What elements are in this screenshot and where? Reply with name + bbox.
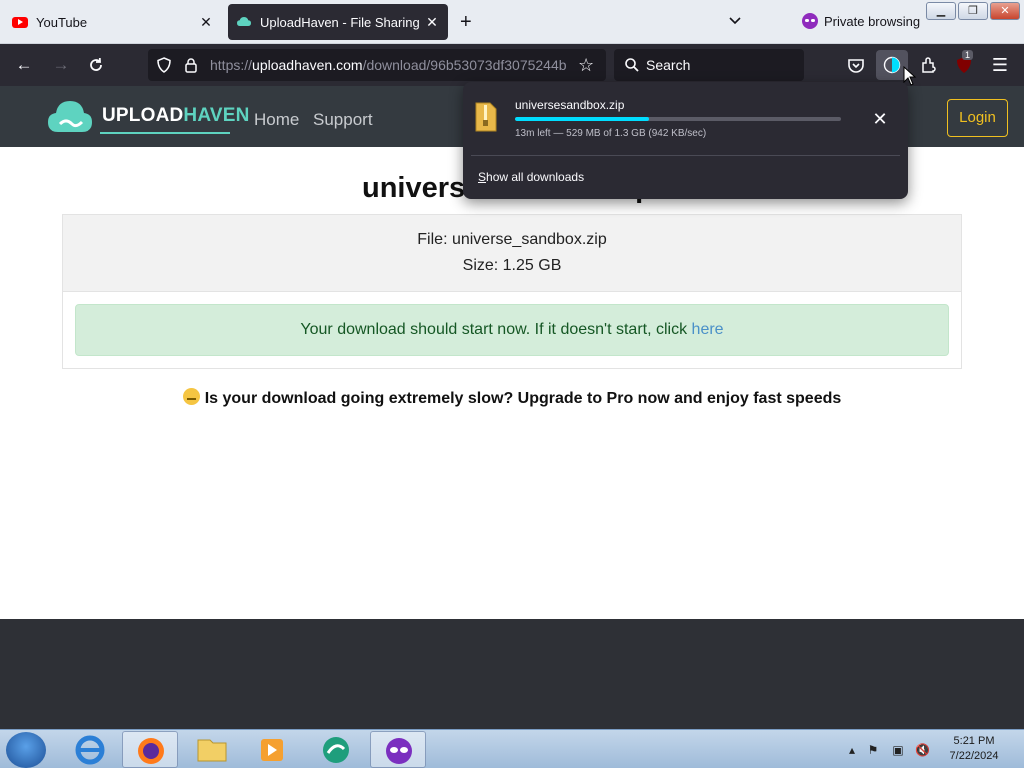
firefox-icon — [138, 738, 164, 764]
file-name-text: File: universe_sandbox.zip — [417, 231, 607, 248]
search-icon — [625, 58, 639, 72]
taskbar-media-player[interactable] — [244, 731, 300, 768]
forward-arrow-icon[interactable]: → — [51, 55, 71, 75]
file-info-card: File: universe_sandbox.zip Size: 1.25 GB… — [62, 214, 962, 369]
extensions-puzzle-icon[interactable] — [919, 55, 939, 75]
download-started-alert: Your download should start now. If it do… — [75, 304, 949, 356]
download-status-text: 13m left — 529 MB of 1.3 GB (942 KB/sec) — [515, 128, 707, 139]
show-all-mnemonic: S — [478, 170, 487, 184]
private-browsing-indicator: Private browsing — [802, 13, 920, 29]
windows-taskbar: ▴ ⚑ ▣ 🔇 5:21 PM 7/22/2024 — [0, 729, 1024, 768]
show-all-rest: how all downloads — [486, 170, 585, 184]
taskbar-app-teal[interactable] — [308, 731, 364, 768]
worried-face-emoji-icon — [182, 388, 200, 405]
search-placeholder: Search — [646, 57, 691, 73]
start-button-windows-icon[interactable] — [6, 732, 46, 768]
taskbar-file-explorer[interactable] — [184, 731, 240, 768]
private-browsing-label: Private browsing — [824, 13, 921, 29]
zip-file-icon — [475, 102, 497, 132]
download-progress-bar — [515, 117, 841, 121]
clock-date: 7/22/2024 — [949, 750, 999, 762]
close-window-button[interactable]: ✕ — [990, 2, 1020, 20]
site-logo[interactable]: UPLOADHAVEN — [46, 96, 250, 136]
download-progress-icon — [883, 56, 901, 74]
cancel-download-close-icon[interactable]: ✕ — [871, 110, 889, 128]
tab-youtube[interactable]: YouTube ✕ — [4, 4, 222, 40]
upgrade-notice: Is your download going extremely slow? U… — [0, 388, 1024, 408]
menu-hamburger-icon[interactable]: ☰ — [990, 55, 1010, 75]
alert-text: Your download should start now. If it do… — [300, 321, 692, 338]
url-text[interactable]: https://uploadhaven.com/download/96b5307… — [210, 57, 570, 73]
url-domain: uploadhaven.com — [252, 57, 363, 73]
logo-underline — [100, 132, 230, 134]
tab-uploadhaven[interactable]: UploadHaven - File Sharing Made Simple ✕ — [228, 4, 448, 40]
taskbar-firefox[interactable] — [122, 731, 178, 768]
volume-muted-icon[interactable]: 🔇 — [915, 743, 930, 757]
private-browsing-mask-icon — [802, 13, 818, 29]
file-info-header: File: universe_sandbox.zip Size: 1.25 GB — [63, 215, 961, 292]
clock-time: 5:21 PM — [953, 735, 995, 747]
download-progress-fill — [515, 117, 649, 121]
logo-text-upload: UPLOAD — [102, 105, 184, 126]
media-player-icon — [261, 739, 283, 761]
close-tab-icon[interactable]: ✕ — [198, 14, 214, 31]
maximize-window-button[interactable]: ❐ — [958, 2, 988, 20]
bookmark-star-icon[interactable]: ☆ — [578, 55, 594, 76]
extension-badge-count: 1 — [962, 50, 974, 60]
url-path: /download/96b53073df3075244b — [362, 57, 567, 73]
internet-explorer-icon — [75, 735, 105, 765]
youtube-icon — [12, 16, 28, 28]
show-all-downloads-button[interactable]: Show all downloads — [478, 170, 584, 184]
lock-icon[interactable] — [184, 57, 198, 73]
panel-separator — [471, 155, 900, 156]
address-bar[interactable]: https://uploadhaven.com/download/96b5307… — [148, 49, 606, 81]
downloads-panel: universesandbox.zip 13m left — 529 MB of… — [463, 82, 908, 199]
nav-support-link[interactable]: Support — [313, 110, 373, 130]
browser-toolbar: ← → https://uploadhaven.com/download/96b… — [0, 44, 1024, 86]
search-bar[interactable]: Search — [614, 49, 804, 81]
teal-app-icon — [323, 737, 349, 763]
uploadhaven-favicon-icon — [237, 17, 251, 26]
url-scheme: https:// — [210, 57, 253, 73]
list-all-tabs-chevron-down-icon[interactable] — [727, 12, 743, 28]
action-center-flag-icon[interactable]: ⚑ — [866, 743, 880, 757]
download-file-name[interactable]: universesandbox.zip — [515, 98, 624, 112]
file-size-text: Size: 1.25 GB — [462, 257, 562, 274]
reload-icon[interactable] — [86, 55, 106, 75]
tab-title: YouTube — [36, 14, 88, 30]
login-button[interactable]: Login — [947, 99, 1008, 137]
minimize-window-button[interactable]: ▁ — [926, 2, 956, 20]
uploadhaven-cloud-logo-icon — [48, 101, 92, 132]
tracking-protection-shield-icon[interactable] — [156, 57, 172, 73]
alert-here-link[interactable]: here — [692, 321, 724, 338]
upgrade-notice-text[interactable]: Is your download going extremely slow? U… — [205, 390, 842, 407]
clock[interactable]: 5:21 PM 7/22/2024 — [944, 734, 1004, 764]
firefox-private-icon — [386, 738, 412, 764]
logo-text: UPLOADHAVEN — [102, 105, 250, 127]
taskbar-internet-explorer[interactable] — [62, 731, 118, 768]
taskbar-firefox-private[interactable] — [370, 731, 426, 768]
site-footer — [0, 619, 1024, 729]
back-arrow-icon[interactable]: ← — [14, 55, 34, 75]
network-icon[interactable]: ▣ — [891, 743, 905, 757]
pocket-icon[interactable] — [846, 55, 866, 75]
folder-icon — [197, 739, 227, 762]
show-hidden-icons-chevron-up-icon[interactable]: ▴ — [845, 743, 859, 757]
page-title-visible-start: univers — [362, 172, 466, 204]
logo-text-haven: HAVEN — [183, 105, 250, 126]
new-tab-button[interactable]: + — [460, 12, 472, 32]
tab-title: UploadHaven - File Sharing Made Simple — [260, 14, 424, 30]
tab-strip: YouTube ✕ UploadHaven - File Sharing Mad… — [0, 0, 1024, 44]
close-tab-icon[interactable]: ✕ — [424, 14, 440, 31]
nav-home-link[interactable]: Home — [254, 110, 299, 130]
